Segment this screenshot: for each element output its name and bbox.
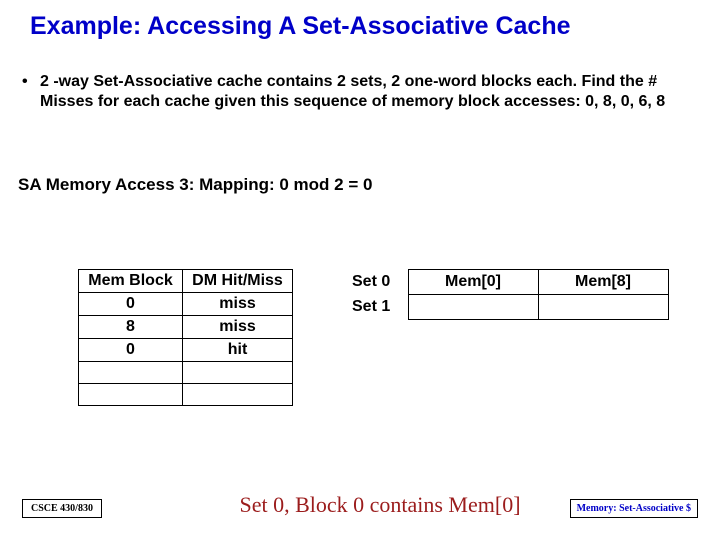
table-row: Set 0 Mem[0] Mem[8] <box>348 270 668 295</box>
set1-label: Set 1 <box>348 295 408 320</box>
set1-block1 <box>538 295 668 320</box>
access-line: SA Memory Access 3: Mapping: 0 mod 2 = 0 <box>18 175 372 195</box>
bullet-dot-icon <box>22 72 40 112</box>
cell <box>79 384 183 406</box>
cell: miss <box>183 316 293 339</box>
table-row: 8 miss <box>79 316 293 339</box>
table-row <box>79 362 293 384</box>
cell: 8 <box>79 316 183 339</box>
cell <box>183 362 293 384</box>
cell: hit <box>183 339 293 362</box>
cell: 0 <box>79 339 183 362</box>
set-table: Set 0 Mem[0] Mem[8] Set 1 <box>348 269 669 320</box>
mem-block-header: Mem Block <box>79 270 183 293</box>
access-table: Mem Block DM Hit/Miss 0 miss 8 miss 0 hi… <box>78 269 293 406</box>
cell: 0 <box>79 293 183 316</box>
table-row: 0 hit <box>79 339 293 362</box>
description-bullet: 2 -way Set-Associative cache contains 2 … <box>22 72 692 112</box>
footer-topic: Memory: Set-Associative $ <box>570 499 698 518</box>
hit-miss-header: DM Hit/Miss <box>183 270 293 293</box>
cell <box>183 384 293 406</box>
set1-block0 <box>408 295 538 320</box>
table-row <box>79 384 293 406</box>
bullet-text: 2 -way Set-Associative cache contains 2 … <box>40 72 692 112</box>
course-code: CSCE 430/830 <box>22 499 102 518</box>
caption-text: Set 0, Block 0 contains Mem[0] <box>190 492 570 518</box>
set0-block0: Mem[0] <box>408 270 538 295</box>
table-row: Set 1 <box>348 295 668 320</box>
set0-block1: Mem[8] <box>538 270 668 295</box>
set0-label: Set 0 <box>348 270 408 295</box>
table-row: 0 miss <box>79 293 293 316</box>
table-row: Mem Block DM Hit/Miss <box>79 270 293 293</box>
slide-title: Example: Accessing A Set-Associative Cac… <box>0 0 720 41</box>
cell <box>79 362 183 384</box>
cell: miss <box>183 293 293 316</box>
